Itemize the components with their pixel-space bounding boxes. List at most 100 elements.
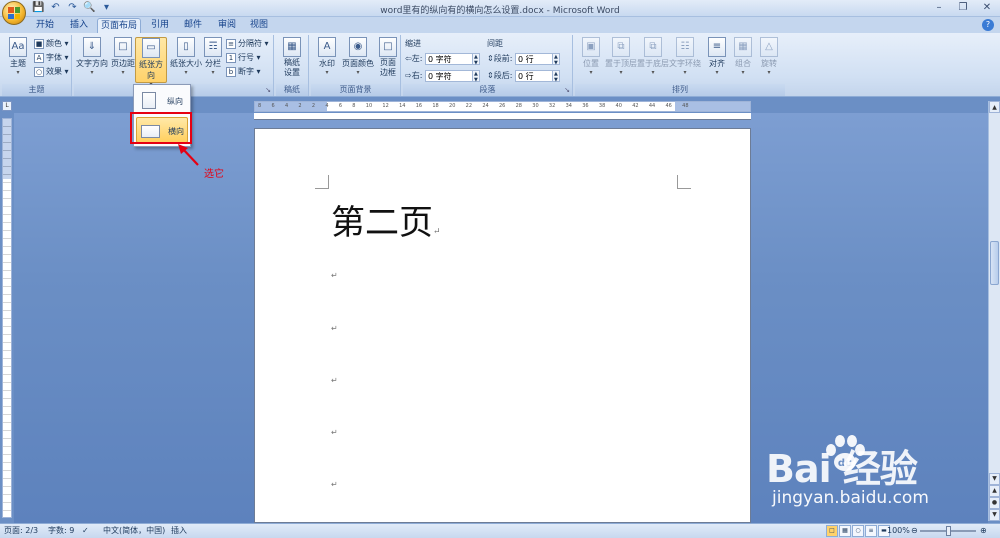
spacing-title: 间距 <box>487 39 503 48</box>
horizontal-ruler[interactable]: 8 6 4 2 2 4 6 8 10 12 14 16 18 20 22 24 … <box>254 101 751 112</box>
page-size-icon: ▯ <box>177 37 195 57</box>
minimize-icon[interactable]: – <box>928 1 950 15</box>
theme-colors-button[interactable]: ■ 颜色 ▾ <box>34 37 69 50</box>
tab-insert[interactable]: 插入 <box>64 18 94 33</box>
zoom-out-icon[interactable]: ⊖ <box>911 524 918 538</box>
indent-right-input[interactable] <box>424 70 473 82</box>
group-arrange: ▣ 位置 ▾ ⧉ 置于顶层 ▾ ⧉ 置于底层 ▾ ☷ 文字环绕 ▾ ≡ 对齐 ▾… <box>575 35 785 96</box>
status-page[interactable]: 页面: 2/3 <box>4 524 38 538</box>
theme-button[interactable]: Aa 主题 ▾ <box>4 37 32 83</box>
line-numbers-button[interactable]: 1 行号 ▾ <box>226 51 261 64</box>
tab-home[interactable]: 开始 <box>30 18 60 33</box>
page-heading[interactable]: 第二页↵ <box>331 195 441 244</box>
status-insert-mode[interactable]: 插入 <box>171 524 187 538</box>
indent-left-icon: ⇦ <box>405 54 412 63</box>
chevron-down-icon: ▾ <box>356 69 360 76</box>
paragraph-launcher-icon[interactable]: ↘ <box>564 86 570 94</box>
hyphenation-button[interactable]: b 断字 ▾ <box>226 65 261 78</box>
indent-right-spinner[interactable]: ⇨右: ▲▼ <box>405 70 480 83</box>
empty-paragraph[interactable]: ↵ <box>331 376 338 385</box>
position-button[interactable]: ▣ 位置 ▾ <box>577 37 605 83</box>
web-layout-view-icon[interactable]: ○ <box>852 525 864 537</box>
line-numbers-icon: 1 <box>226 52 236 63</box>
page-setup-launcher-icon[interactable]: ↘ <box>265 86 271 94</box>
empty-paragraph[interactable]: ↵ <box>331 324 338 333</box>
print-layout-view-icon[interactable]: □ <box>826 525 838 537</box>
watermark-button[interactable]: A 水印 ▾ <box>313 37 341 83</box>
spacing-before-input[interactable] <box>514 53 553 65</box>
tab-page-layout[interactable]: 页面布局 <box>97 18 141 33</box>
text-direction-button[interactable]: ⇓ 文字方向 ▾ <box>76 37 108 83</box>
proofing-icon[interactable]: ✓ <box>82 524 89 538</box>
theme-fonts-button[interactable]: A 字体 ▾ <box>34 51 69 64</box>
next-page-icon[interactable]: ▼ <box>989 509 1000 521</box>
zoom-slider[interactable] <box>920 526 976 536</box>
group-label-arrange: 排列 <box>575 84 785 96</box>
full-screen-view-icon[interactable]: ▦ <box>839 525 851 537</box>
browse-object-icon[interactable]: ● <box>989 497 1000 509</box>
position-label: 位置 <box>583 59 599 68</box>
empty-paragraph[interactable]: ↵ <box>331 271 338 280</box>
scroll-thumb[interactable] <box>990 241 999 285</box>
theme-effects-button[interactable]: ○ 效果 ▾ <box>34 65 69 78</box>
page-border-button[interactable]: □ 页面边框 <box>374 37 402 83</box>
send-to-back-button[interactable]: ⧉ 置于底层 ▾ <box>637 37 669 83</box>
window-controls: – ❐ ✕ <box>928 1 998 15</box>
indent-left-input[interactable] <box>424 53 473 65</box>
office-button[interactable] <box>2 1 26 25</box>
page-size-button[interactable]: ▯ 纸张大小 ▾ <box>170 37 202 83</box>
spin-arrows-icon[interactable]: ▲ ▼ <box>472 70 480 83</box>
empty-paragraph[interactable]: ↵ <box>331 480 338 489</box>
spin-arrows-icon[interactable]: ▲ ▼ <box>472 53 480 66</box>
group-button[interactable]: ▦ 组合 ▾ <box>729 37 757 83</box>
portrait-page-icon <box>142 92 156 109</box>
restore-icon[interactable]: ❐ <box>952 1 974 15</box>
previous-page-icon[interactable]: ▲ <box>989 485 1000 497</box>
indent-left-spinner[interactable]: ⇦左: ▲▼ <box>405 53 480 66</box>
vertical-ruler[interactable] <box>2 118 12 518</box>
bring-to-front-button[interactable]: ⧉ 置于顶层 ▾ <box>605 37 637 83</box>
orientation-icon: ▭ <box>142 38 160 58</box>
spacing-before-spinner[interactable]: ⇕段前: ▲▼ <box>487 53 560 66</box>
status-words[interactable]: 字数: 9 <box>48 524 74 538</box>
empty-paragraph[interactable]: ↵ <box>331 428 338 437</box>
breaks-button[interactable]: ≡ 分隔符 ▾ <box>226 37 269 50</box>
page-color-button[interactable]: ◉ 页面颜色 ▾ <box>341 37 375 83</box>
text-direction-icon: ⇓ <box>83 37 101 57</box>
theme-effects-label: 效果 <box>46 67 62 76</box>
help-icon[interactable]: ? <box>982 19 994 31</box>
spin-arrows-icon[interactable]: ▲ ▼ <box>552 53 560 66</box>
watermark-icon: A <box>318 37 336 57</box>
spin-arrows-icon[interactable]: ▲ ▼ <box>552 70 560 83</box>
zoom-in-icon[interactable]: ⊕ <box>980 524 987 538</box>
chevron-down-icon: ▾ <box>16 69 20 76</box>
text-wrap-button[interactable]: ☷ 文字环绕 ▾ <box>669 37 701 83</box>
ruler-toggle-button[interactable]: L <box>2 101 12 111</box>
tab-references[interactable]: 引用 <box>145 18 175 33</box>
zoom-slider-knob[interactable] <box>945 526 951 536</box>
scroll-up-icon[interactable]: ▲ <box>989 101 1000 113</box>
columns-button[interactable]: ☶ 分栏 ▾ <box>202 37 224 83</box>
spacing-after-input[interactable] <box>514 70 553 82</box>
outline-view-icon[interactable]: ≡ <box>865 525 877 537</box>
align-button[interactable]: ≡ 对齐 ▾ <box>703 37 731 83</box>
chevron-down-icon: ▾ <box>589 69 593 76</box>
draft-paper-label: 稿纸设置 <box>284 58 300 77</box>
margins-label: 页边距 <box>111 59 135 68</box>
status-language[interactable]: 中文(简体，中国) <box>103 524 165 538</box>
theme-fonts-label: 字体 <box>46 53 62 62</box>
tab-view[interactable]: 视图 <box>244 18 274 33</box>
tab-mailings[interactable]: 邮件 <box>178 18 208 33</box>
document-page[interactable]: 第二页↵ ↵ ↵ ↵ ↵ ↵ <box>254 128 751 523</box>
tab-review[interactable]: 审阅 <box>212 18 242 33</box>
scroll-down-icon[interactable]: ▼ <box>989 473 1000 485</box>
columns-label: 分栏 <box>205 59 221 68</box>
draft-paper-button[interactable]: ▦ 稿纸设置 <box>278 37 306 83</box>
orientation-button[interactable]: ▭ 纸张方向 ▾ <box>135 37 167 88</box>
margins-button[interactable]: □ 页边距 ▾ <box>109 37 137 83</box>
orientation-portrait-item[interactable]: 纵向 <box>136 88 188 114</box>
close-icon[interactable]: ✕ <box>976 1 998 15</box>
spacing-after-spinner[interactable]: ⇕段后: ▲▼ <box>487 70 560 83</box>
zoom-level[interactable]: 100% <box>887 524 910 538</box>
rotate-button[interactable]: △ 旋转 ▾ <box>755 37 783 83</box>
